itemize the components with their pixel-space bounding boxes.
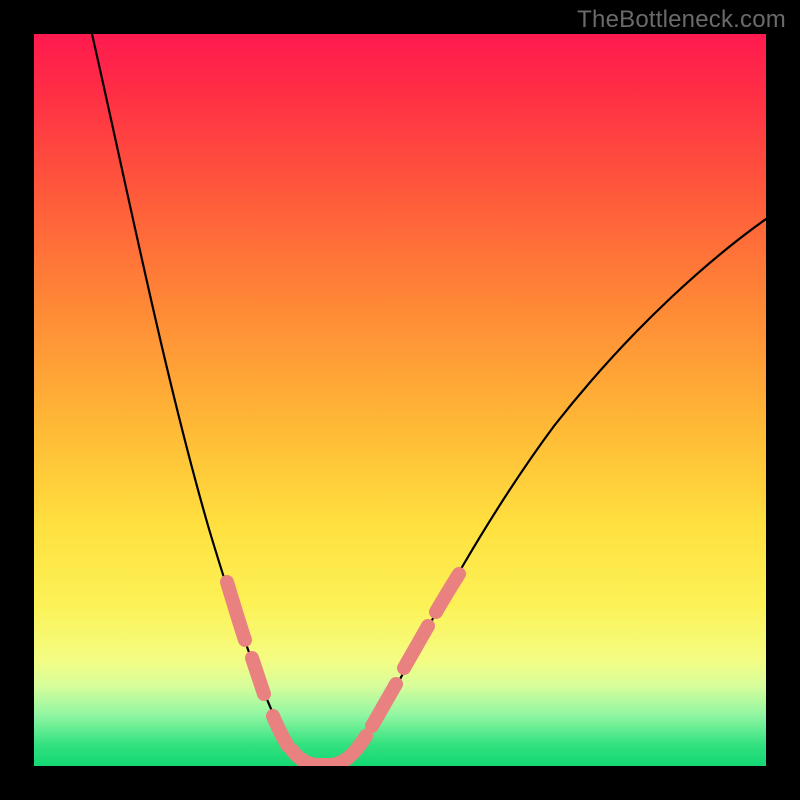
watermark-text: TheBottleneck.com: [577, 6, 786, 34]
bottleneck-curve: [34, 34, 766, 766]
curve-highlight-beads: [227, 574, 459, 765]
chart-plot-area: [34, 34, 766, 766]
curve-main-path: [92, 34, 766, 765]
